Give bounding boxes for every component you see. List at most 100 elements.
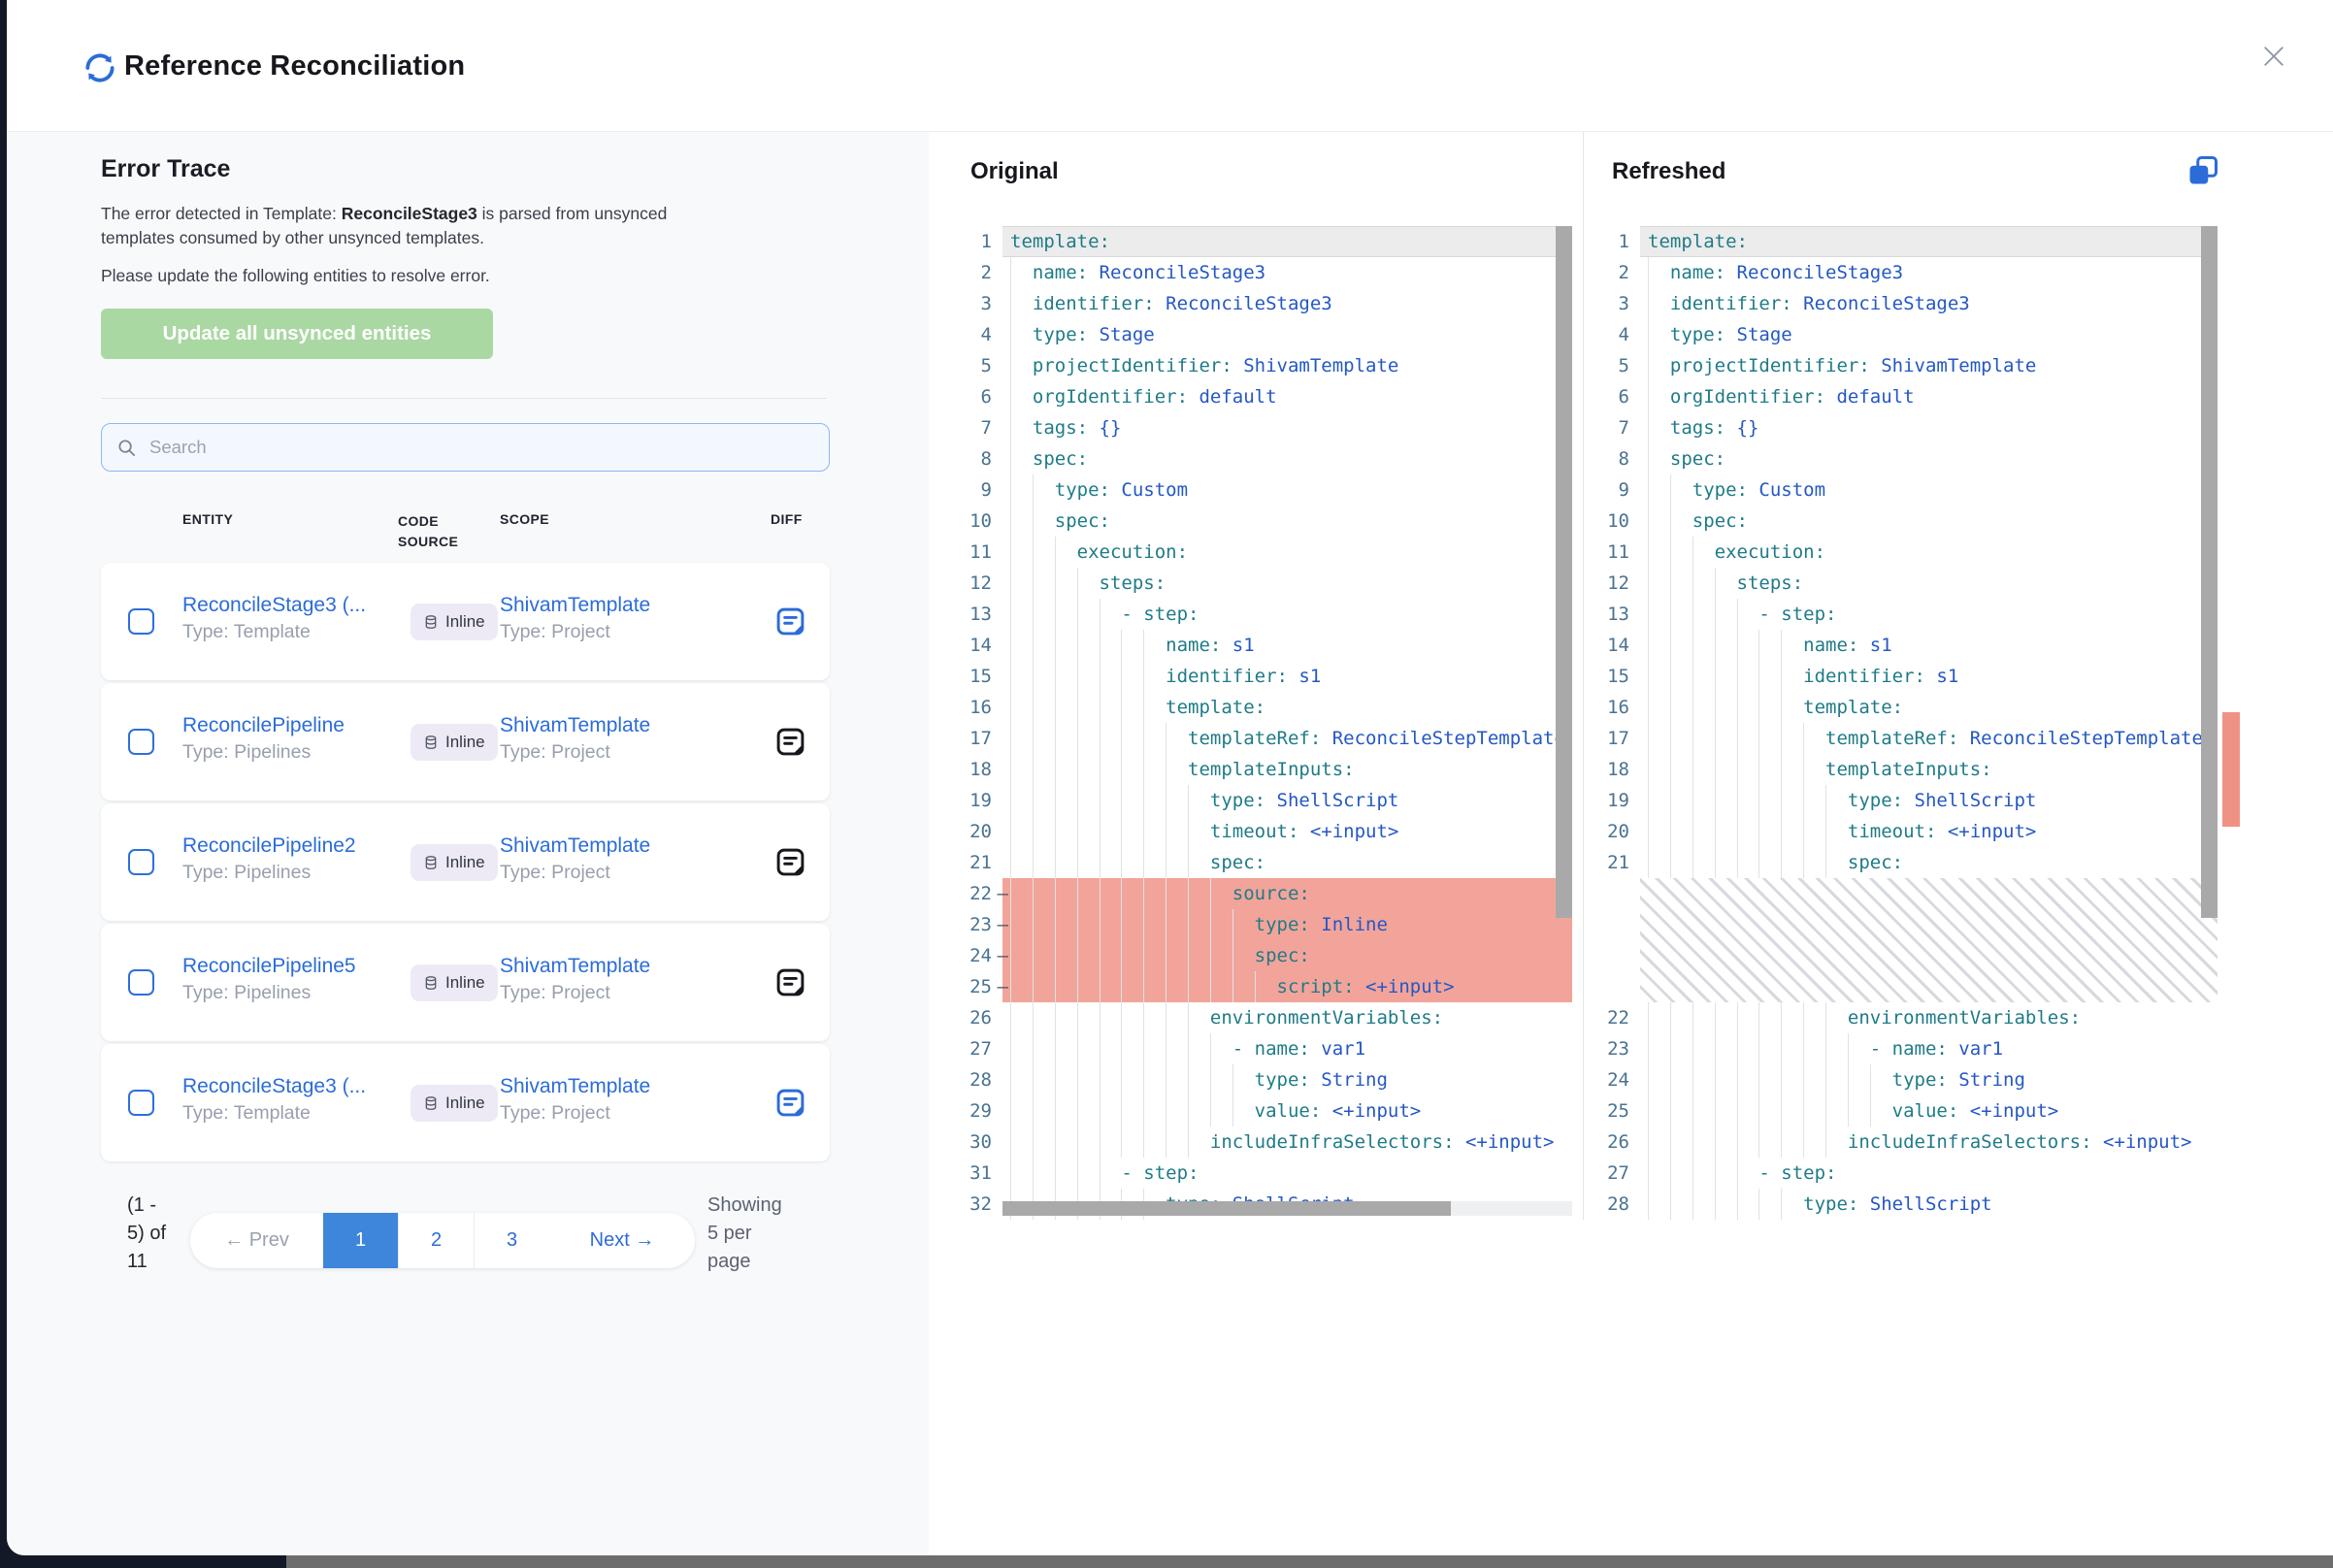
code-line: 28type: ShellScript [1594,1189,2218,1220]
page-button-1[interactable]: 1 [323,1213,398,1268]
prev-page-button[interactable]: ← Prev [190,1213,323,1268]
pagination: ← Prev 123 Next → [190,1213,695,1268]
search-input[interactable] [148,436,815,459]
original-horizontal-scrollbar-thumb[interactable] [1002,1201,1451,1216]
column-header-diff: DIFF [771,511,803,527]
inline-source-icon [423,735,439,750]
refreshed-vertical-scrollbar[interactable] [2201,226,2218,918]
code-line: 19type: ShellScript [1594,785,2218,816]
inline-source-icon [423,614,439,630]
code-line-text: - step: [1640,1158,2218,1189]
code-line: 21spec: [957,847,1572,878]
original-vertical-scrollbar[interactable] [1556,226,1572,918]
page-button-2[interactable]: 2 [398,1213,474,1268]
line-number: 2 [1594,257,1637,288]
code-line-text: templateRef: ReconcileStepTemplate [1002,723,1572,754]
code-line-text: execution: [1640,537,2218,568]
code-line-text: spec: [1640,847,2218,878]
inline-source-icon [423,975,439,991]
table-row: ReconcileStage3 (...Type: TemplateInline… [101,563,830,680]
line-number: 16 [957,692,1000,723]
page-button-3[interactable]: 3 [474,1213,549,1268]
diff-icon[interactable] [773,604,807,638]
code-line-text: template: [1640,226,2218,257]
line-number: 13 [957,599,1000,630]
original-horizontal-scrollbar[interactable] [1002,1201,1572,1216]
scope-cell: ShivamTemplate Type: Project [500,834,650,884]
line-number: 10 [957,506,1000,537]
scope-link[interactable]: ShivamTemplate [500,955,650,978]
scope-type-label: Type: Project [500,741,650,764]
row-checkbox[interactable] [128,608,154,635]
code-line: 12steps: [957,568,1572,599]
scope-link[interactable]: ShivamTemplate [500,594,650,617]
line-number: 29 [957,1095,1000,1127]
code-line: 14name: s1 [1594,630,2218,661]
entity-link[interactable]: ReconcilePipeline5 [182,955,401,978]
code-line-text: source: [1002,878,1572,909]
code-line-text: tags: {} [1640,412,2218,443]
code-line: 31- step: [957,1158,1572,1189]
row-checkbox[interactable] [128,849,154,875]
code-line: 29value: <+input> [957,1095,1572,1127]
taskbar-strip [286,1555,2333,1568]
code-line: 2name: ReconcileStage3 [957,257,1572,288]
copy-icon[interactable] [2185,153,2224,192]
code-line: 12steps: [1594,568,2218,599]
line-number: 23– [957,909,1000,940]
table-row: ReconcilePipeline2Type: PipelinesInlineS… [101,803,830,921]
line-number: 12 [957,568,1000,599]
code-line: 13- step: [957,599,1572,630]
diff-icon[interactable] [773,1086,807,1120]
scope-type-label: Type: Project [500,1102,650,1125]
code-line: 22environmentVariables: [1594,1002,2218,1033]
code-line: 26includeInfraSelectors: <+input> [1594,1127,2218,1158]
close-icon[interactable] [2254,37,2293,76]
code-line: 25–script: <+input> [957,971,1572,1002]
line-number: 17 [957,723,1000,754]
entity-link[interactable]: ReconcilePipeline [182,714,401,737]
code-line: 24–spec: [957,940,1572,971]
entity-link[interactable]: ReconcileStage3 (... [182,1075,401,1098]
update-all-unsynced-entities-button[interactable]: Update all unsynced entities [101,309,493,359]
code-line: 2name: ReconcileStage3 [1594,257,2218,288]
scope-link[interactable]: ShivamTemplate [500,834,650,858]
line-number: 1 [1594,226,1637,257]
pagination-range: (1 - 5) of 11 [127,1192,166,1276]
code-line: 27- step: [1594,1158,2218,1189]
entity-link[interactable]: ReconcilePipeline2 [182,834,401,858]
line-number: 28 [1594,1189,1637,1220]
code-line-text: type: Stage [1002,319,1572,350]
scope-cell: ShivamTemplate Type: Project [500,955,650,1004]
row-checkbox[interactable] [128,1090,154,1116]
line-number: 6 [1594,381,1637,412]
code-line: 30includeInfraSelectors: <+input> [957,1127,1572,1158]
diff-icon[interactable] [773,965,807,999]
line-number: 24 [1594,1064,1637,1095]
original-panel-title: Original [970,158,1059,185]
line-number: 4 [957,319,1000,350]
diff-panels-divider [1583,132,1584,1220]
code-line-text: name: ReconcileStage3 [1640,257,2218,288]
diff-icon[interactable] [773,845,807,879]
row-checkbox[interactable] [128,969,154,996]
code-line: 16template: [1594,692,2218,723]
scope-type-label: Type: Project [500,982,650,1004]
entity-link[interactable]: ReconcileStage3 (... [182,594,401,617]
line-number: 26 [1594,1127,1637,1158]
line-number: 21 [1594,847,1637,878]
inline-source-icon [423,855,439,870]
code-line-text: - step: [1640,599,2218,630]
pagination-page-size: Showing 5 per page [707,1192,782,1276]
next-page-button[interactable]: Next → [549,1213,695,1268]
code-line-text: name: ReconcileStage3 [1002,257,1572,288]
code-line: 21spec: [1594,847,2218,878]
scope-link[interactable]: ShivamTemplate [500,1075,650,1098]
scope-link[interactable]: ShivamTemplate [500,714,650,737]
line-number: 11 [957,537,1000,568]
code-line-text: identifier: s1 [1640,661,2218,692]
diff-icon[interactable] [773,725,807,759]
code-line: 17templateRef: ReconcileStepTemplate [1594,723,2218,754]
scope-type-label: Type: Project [500,862,650,884]
row-checkbox[interactable] [128,729,154,755]
